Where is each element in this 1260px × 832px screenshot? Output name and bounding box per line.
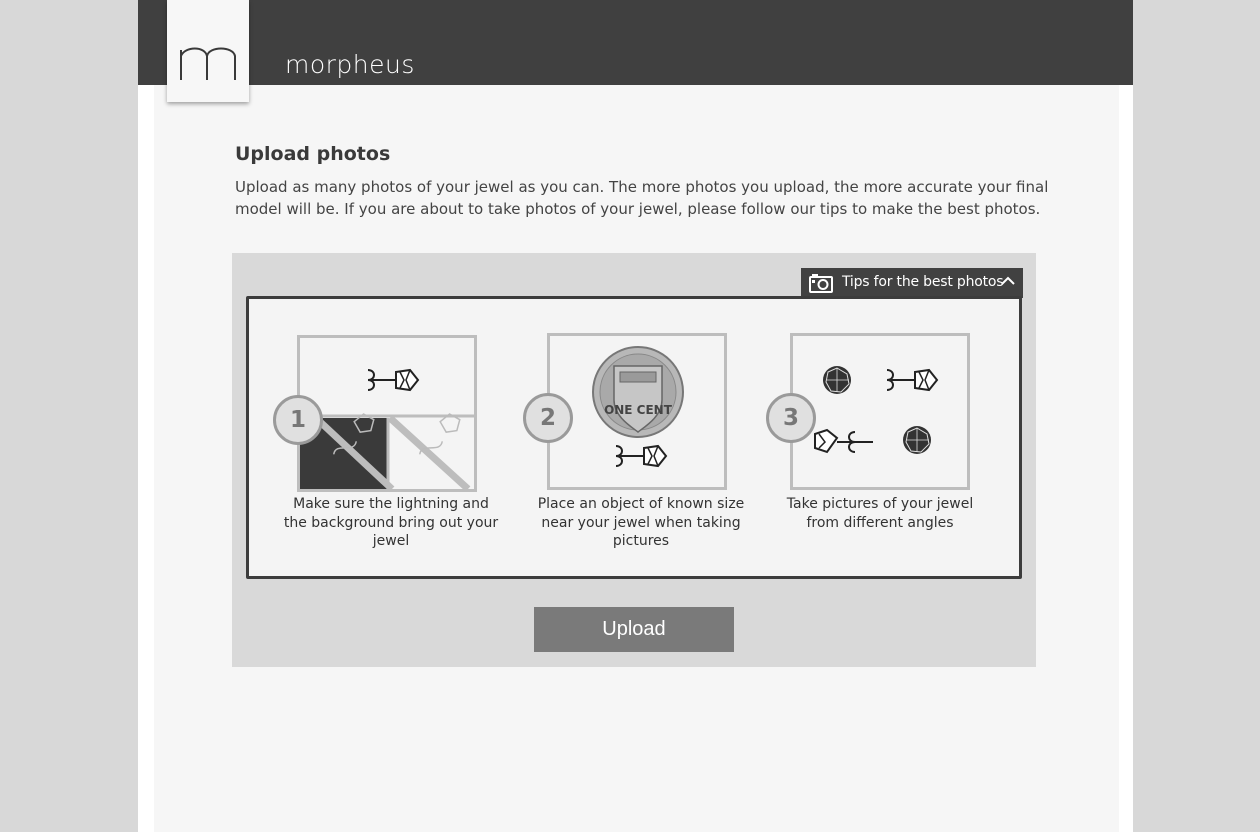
tip-caption: Take pictures of your jewel from differe… [786,496,974,531]
camera-icon [809,274,833,293]
step-number-badge: 1 [273,395,323,445]
lighting-background-illustration [297,335,477,492]
gem-top-view-icon [903,426,931,454]
step-number-badge: 2 [523,393,573,443]
tip-caption: Place an object of known size near your … [537,496,745,549]
coin-size-reference-illustration: ONE CENT [547,333,727,490]
logo[interactable] [167,0,249,102]
intro-text: Upload as many photos of your jewel as y… [235,178,1049,218]
brand-name[interactable]: morpheus [285,50,415,79]
coin-text: ONE CENT [604,403,673,417]
upload-button[interactable]: Upload [534,607,734,652]
tip-caption: Make sure the lightning and the backgrou… [283,496,499,549]
tips-toggle-label: Tips for the best photos [842,274,1004,290]
tips-toggle-button[interactable]: Tips for the best photos [801,268,1023,298]
gem-top-view-icon [823,366,851,394]
earring-side-icon [814,428,873,454]
chevron-up-icon [1001,276,1015,285]
earring-icon [367,368,420,392]
m-logo-icon [180,47,236,80]
earring-icon [886,368,939,392]
multiple-angles-illustration [790,333,970,490]
earring-icon [615,444,668,468]
step-number-badge: 3 [766,393,816,443]
page-title: Upload photos [235,143,391,165]
